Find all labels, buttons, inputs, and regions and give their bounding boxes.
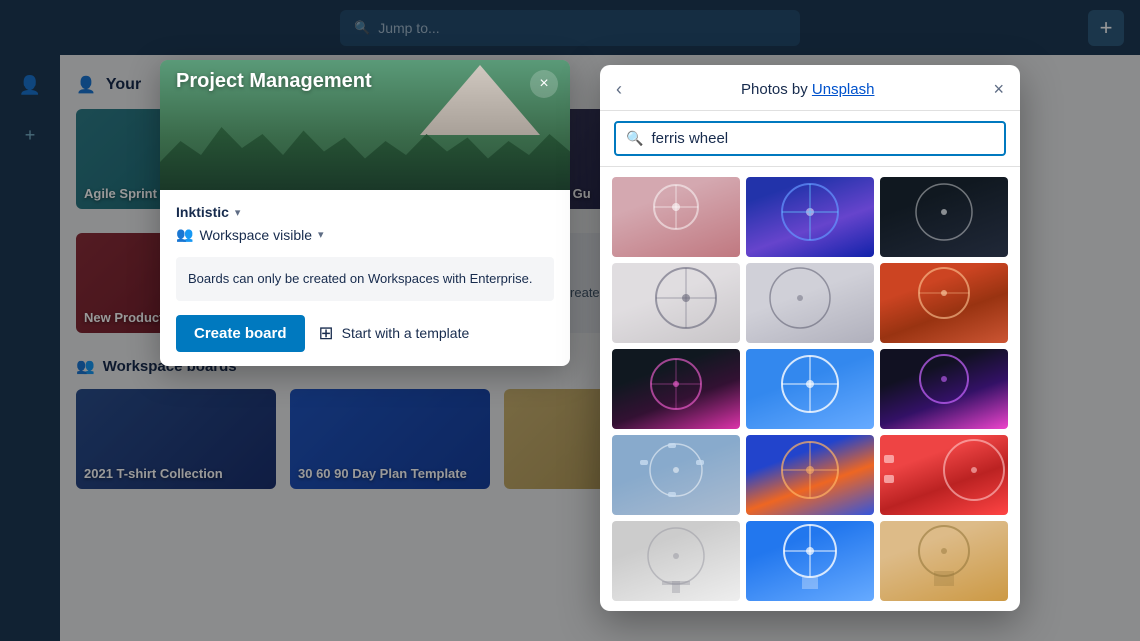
photo-item[interactable] — [746, 521, 874, 601]
pm-modal-body: Inktistic ▾ 👥 Workspace visible ▾ Boards… — [160, 190, 570, 366]
unsplash-link[interactable]: Unsplash — [812, 81, 875, 98]
pm-buttons: Create board ⊞ Start with a template — [176, 315, 554, 352]
unsplash-back-button[interactable]: ‹ — [616, 79, 622, 100]
pm-close-button[interactable]: × — [530, 70, 558, 98]
unsplash-search-inner: 🔍 — [614, 121, 1006, 156]
pm-visibility-row: 👥 Workspace visible ▾ — [176, 226, 554, 243]
photo-item[interactable] — [746, 435, 874, 515]
photo-item[interactable] — [612, 177, 740, 257]
photo-item[interactable] — [612, 435, 740, 515]
pm-enterprise-notice: Boards can only be created on Workspaces… — [176, 257, 554, 301]
photo-item[interactable] — [880, 349, 1008, 429]
pm-workspace-row: Inktistic ▾ — [176, 204, 554, 220]
unsplash-search-input[interactable] — [651, 130, 994, 147]
photo-item[interactable] — [880, 263, 1008, 343]
create-board-button[interactable]: Create board — [176, 315, 305, 352]
unsplash-close-button[interactable]: × — [993, 79, 1004, 100]
pm-modal: Project Management × Inktistic ▾ 👥 Works… — [160, 60, 570, 366]
pm-modal-title: Project Management — [176, 70, 372, 93]
unsplash-photo-grid — [600, 167, 1020, 611]
pm-workspace-chevron[interactable]: ▾ — [235, 206, 241, 219]
unsplash-search-area: 🔍 — [600, 111, 1020, 167]
unsplash-title: Photos by Unsplash — [741, 81, 874, 98]
photo-item[interactable] — [746, 349, 874, 429]
photo-item[interactable] — [880, 521, 1008, 601]
photo-item[interactable] — [612, 521, 740, 601]
photo-item[interactable] — [612, 349, 740, 429]
template-icon: ⊞ — [319, 323, 334, 344]
photo-item[interactable] — [746, 263, 874, 343]
visibility-icon: 👥 — [176, 226, 193, 243]
unsplash-header: ‹ Photos by Unsplash × — [600, 65, 1020, 111]
start-template-label: Start with a template — [342, 325, 470, 341]
unsplash-search-icon: 🔍 — [626, 130, 643, 147]
pm-visibility-text: Workspace visible — [199, 227, 312, 243]
photo-item[interactable] — [880, 177, 1008, 257]
photo-item[interactable] — [746, 177, 874, 257]
photo-item[interactable] — [612, 263, 740, 343]
pm-modal-header: Project Management × — [160, 60, 570, 190]
photo-item[interactable] — [880, 435, 1008, 515]
pm-workspace-name: Inktistic — [176, 204, 229, 220]
start-template-button[interactable]: ⊞ Start with a template — [319, 323, 470, 344]
pm-visibility-chevron[interactable]: ▾ — [318, 228, 324, 241]
unsplash-modal: ‹ Photos by Unsplash × 🔍 — [600, 65, 1020, 611]
